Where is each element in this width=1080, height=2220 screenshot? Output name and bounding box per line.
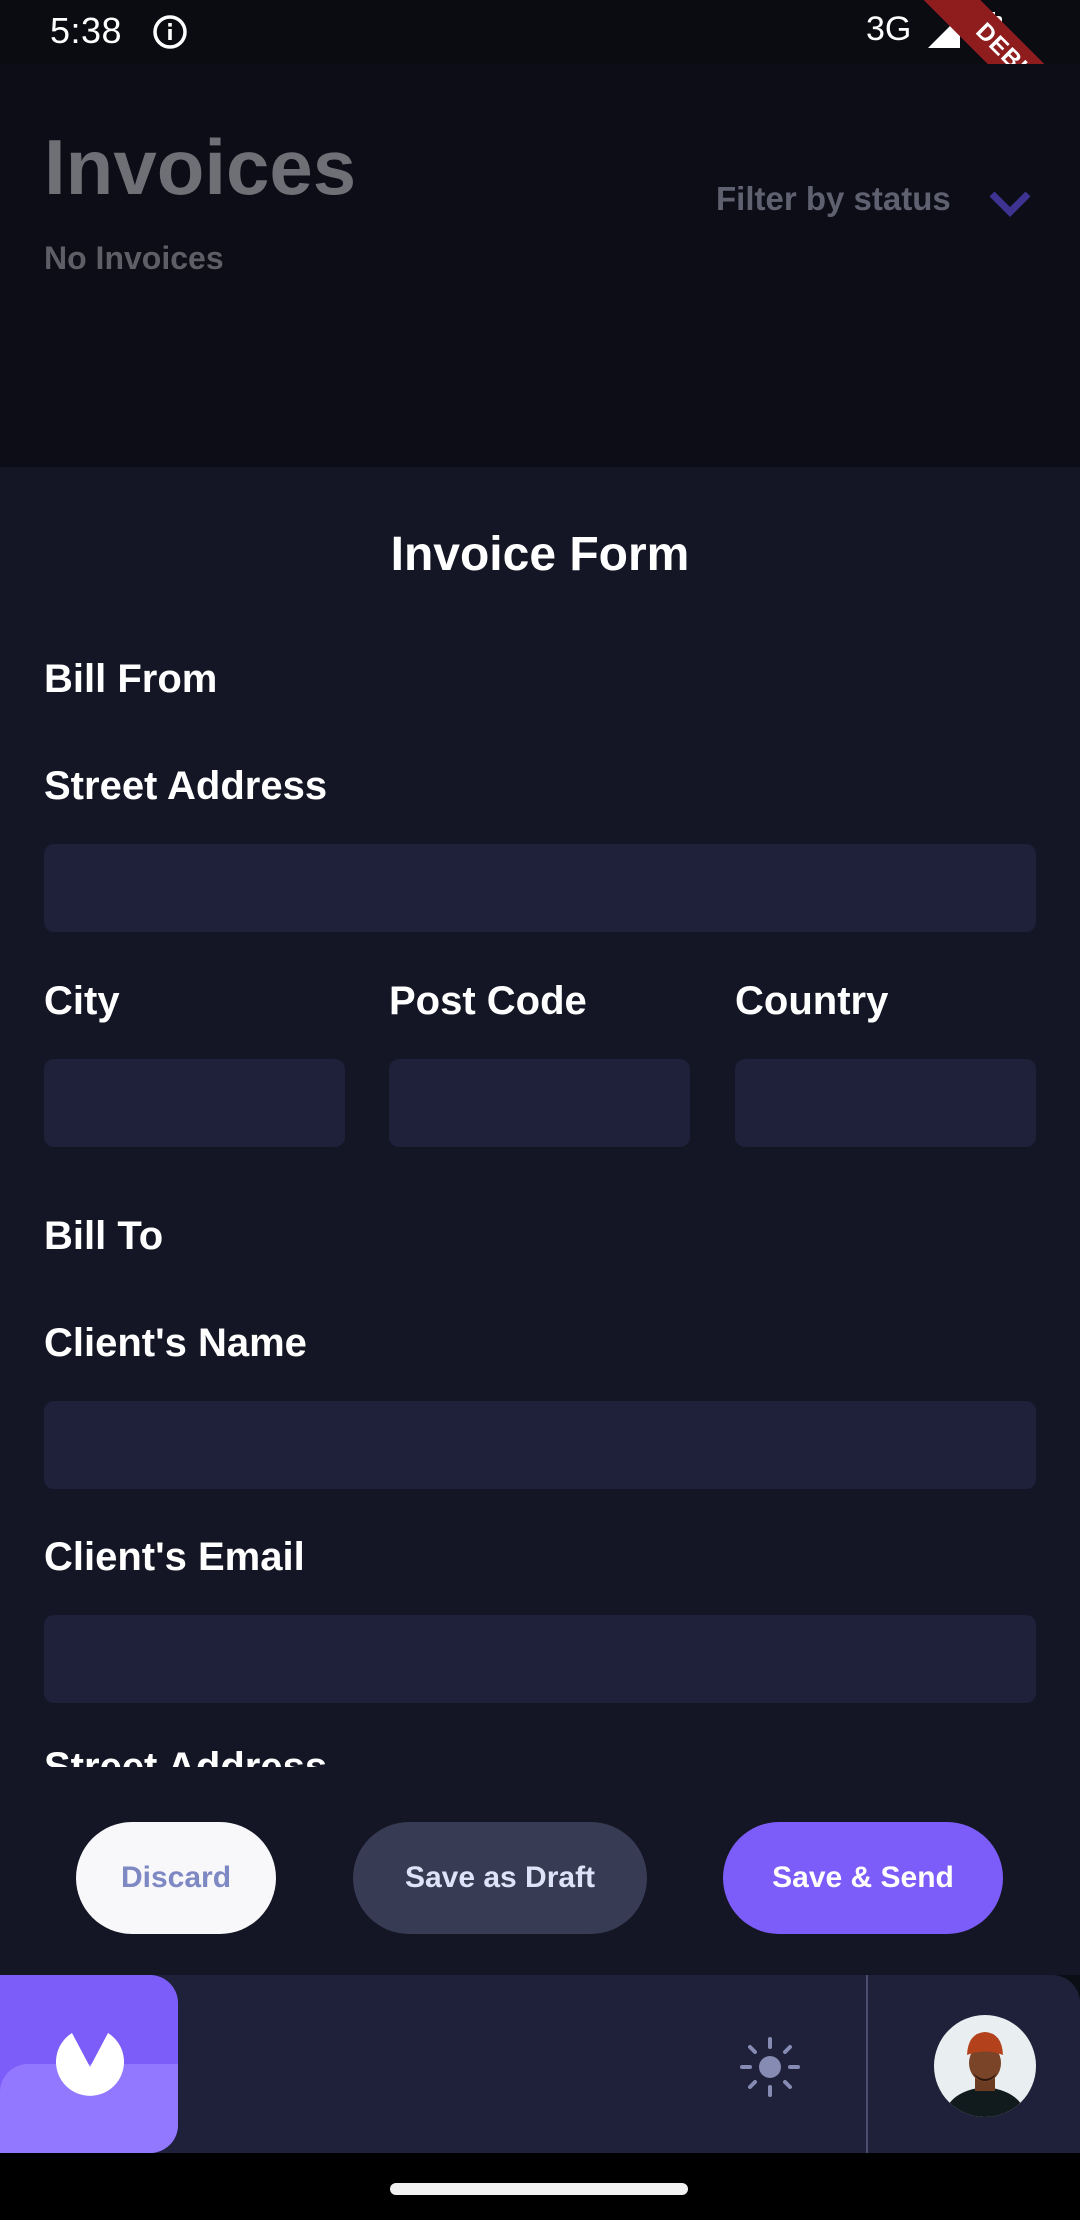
bill-to-street-address-text: Street Address (44, 1749, 344, 1767)
bill-to-heading: Bill To (44, 1214, 164, 1258)
chevron-down-icon[interactable] (986, 186, 1034, 220)
invoice-form-sheet: Invoice Form Bill From Street Address Ci… (0, 467, 1080, 1975)
bill-from-country-input[interactable] (735, 1059, 1036, 1147)
user-avatar[interactable] (934, 2015, 1036, 2117)
post-code-label: Post Code (389, 979, 587, 1023)
sun-icon[interactable] (738, 2035, 802, 2099)
invoices-page: Invoices No Invoices Filter by status (0, 64, 1080, 467)
bill-from-street-input[interactable] (44, 844, 1036, 932)
app-screen: 5:38 3G DEBUG Invoices No Invoices Filte… (0, 0, 1080, 2220)
city-label: City (44, 979, 120, 1023)
page-title: Invoices (44, 123, 357, 211)
discard-button[interactable]: Discard (76, 1822, 276, 1934)
app-logo-icon (56, 2033, 124, 2096)
home-indicator[interactable] (390, 2183, 688, 2195)
app-logo[interactable] (0, 1975, 178, 2153)
filter-by-status-button[interactable]: Filter by status (716, 180, 951, 218)
client-name-input[interactable] (44, 1401, 1036, 1489)
app-bar (0, 1975, 1080, 2153)
bill-from-heading: Bill From (44, 657, 218, 701)
network-type-label: 3G (866, 10, 912, 48)
system-navigation-bar (0, 2153, 1080, 2220)
info-icon (153, 15, 187, 49)
country-label: Country (735, 979, 889, 1023)
avatar-image (934, 2015, 1036, 2117)
save-as-draft-button[interactable]: Save as Draft (353, 1822, 647, 1934)
street-address-label: Street Address (44, 764, 328, 808)
status-time: 5:38 (50, 10, 123, 51)
save-and-send-button[interactable]: Save & Send (723, 1822, 1003, 1934)
bill-from-post-code-input[interactable] (389, 1059, 690, 1147)
invoice-count-label: No Invoices (44, 240, 224, 276)
status-bar: 5:38 3G DEBUG (0, 0, 1080, 167)
app-bar-divider (866, 1975, 868, 2153)
bill-from-city-input[interactable] (44, 1059, 345, 1147)
form-title: Invoice Form (390, 528, 690, 581)
bill-to-street-address-label: Street Address (44, 1749, 344, 1767)
client-email-input[interactable] (44, 1615, 1036, 1703)
client-name-label: Client's Name (44, 1321, 307, 1365)
client-email-label: Client's Email (44, 1535, 305, 1579)
